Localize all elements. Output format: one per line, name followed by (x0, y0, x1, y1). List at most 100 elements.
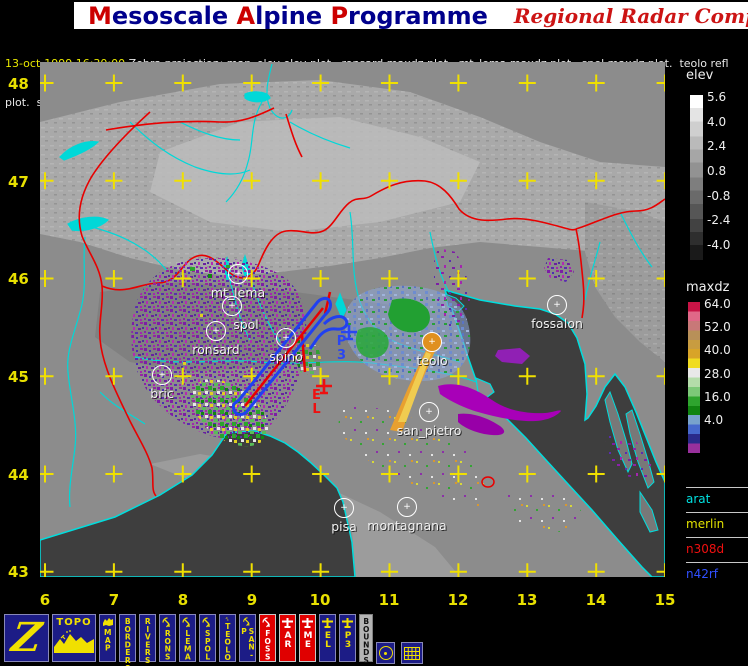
title-part: lpine (255, 1, 331, 30)
lon-label: 11 (378, 591, 400, 609)
subtitle: Regional Radar Composite (513, 3, 748, 28)
p3-aircraft-button[interactable]: P3 (339, 614, 356, 662)
title-part: A (236, 1, 256, 30)
radar-dish-icon (262, 617, 270, 628)
station-label: san_pietro (396, 423, 462, 438)
elev-colorbar-ticks: 5.6 4.0 2.4 0.8 -0.8 -2.4 -4.0 (707, 90, 730, 252)
borders-button[interactable]: BORDERS (119, 614, 136, 666)
lon-label: 14 (585, 591, 607, 609)
radar-dish-icon (202, 617, 210, 628)
lon-label: 7 (108, 591, 120, 609)
elev-tick: 2.4 (707, 139, 727, 154)
title-part: rogramme (348, 1, 488, 30)
airplane-icon (302, 618, 313, 628)
station-circle-icon: + (228, 264, 248, 284)
station-label: spol (233, 317, 259, 332)
zebra-radar-display: Mesoscale Alpine Programme Regional Rada… (0, 0, 748, 666)
app-title: Mesoscale Alpine Programme (88, 2, 488, 30)
lat-label: 45 (8, 368, 29, 386)
station-label: teolo (416, 353, 448, 368)
station-label: ronsard (192, 342, 240, 357)
rivers-button[interactable]: RIVERS (139, 614, 156, 664)
zebra-logo-button[interactable]: Z (4, 614, 49, 662)
track-legend-merlin: merlin (686, 512, 748, 531)
lon-label: 8 (177, 591, 189, 609)
arat-aircraft-button[interactable]: AR (279, 614, 296, 662)
scope-icon (378, 646, 393, 660)
mountain-icon (54, 630, 94, 653)
scope-button[interactable] (376, 642, 395, 664)
radar-dish-icon (225, 617, 229, 621)
lon-label: 10 (309, 591, 331, 609)
grid-icon (404, 646, 420, 660)
fossalon-radar-button[interactable]: FOSS (259, 614, 276, 662)
maxdz-tick: 52.0 (704, 320, 731, 335)
radar-dish-icon (162, 617, 170, 628)
radar-dish-icon (243, 617, 250, 626)
maxdz-tick: 40.0 (704, 343, 731, 358)
station-circle-icon: + (152, 365, 172, 385)
station-label: spino (269, 349, 303, 364)
maxdz-tick: 64.0 (704, 297, 731, 311)
lat-label: 47 (8, 173, 29, 191)
track-legend-n42rf: n42rf (686, 562, 748, 581)
grid-button[interactable] (401, 642, 423, 664)
station-circle-icon: + (419, 402, 439, 422)
lat-label: 43 (8, 563, 29, 581)
track-legend-n308d: n308d (686, 537, 748, 556)
station-label: bric (150, 386, 174, 401)
aircraft-label: EL (309, 388, 324, 416)
lon-label: 13 (516, 591, 538, 609)
lat-label: 46 (8, 270, 29, 288)
station-circle-icon: + (206, 321, 226, 341)
map-button[interactable]: MAP (99, 614, 116, 662)
map-canvas[interactable]: + mt_lema + spol + ronsard + spino + bri… (40, 62, 665, 577)
maxdz-tick: 4.0 (704, 412, 724, 427)
lon-label: 15 (654, 591, 676, 609)
aircraft-label: P3 (334, 334, 349, 362)
teolo-radar-button[interactable]: TEOLO (219, 614, 236, 662)
lon-label: 9 (246, 591, 258, 609)
lema-radar-button[interactable]: LEMA (179, 614, 196, 662)
rons-radar-button[interactable]: RONS (159, 614, 176, 662)
station-circle-icon: + (222, 296, 242, 316)
station-circle-icon: + (334, 498, 354, 518)
station-label: pisa (331, 519, 357, 534)
title-part: M (88, 1, 112, 30)
airplane-icon (342, 618, 353, 628)
maxdz-tick: 16.0 (704, 389, 731, 404)
title-part: esoscale (111, 1, 237, 30)
airplane-icon (282, 618, 293, 628)
station-circle-icon: + (276, 328, 296, 348)
maxdz-colorbar (688, 302, 700, 453)
lon-label: 12 (447, 591, 469, 609)
electra-aircraft-button[interactable]: EL (319, 614, 336, 662)
station-circle-icon: + (422, 332, 442, 352)
elev-tick: 0.8 (707, 163, 727, 178)
station-circle-icon: + (547, 295, 567, 315)
radar-dish-icon (182, 617, 190, 628)
title-part: P (330, 1, 349, 30)
bounds-button[interactable]: BOUNDS (359, 614, 373, 664)
san-pietro-radar-button[interactable]: SAN-P (239, 614, 256, 662)
elev-tick: -0.8 (707, 188, 731, 203)
lon-label: 6 (39, 591, 51, 609)
elev-colorbar (690, 95, 703, 260)
track-legend-arat: arat (686, 487, 748, 506)
elev-colorbar-title: elev (686, 68, 714, 83)
zebra-z-icon: Z (8, 614, 45, 661)
map-icon (102, 618, 113, 626)
spol-radar-button[interactable]: SPOL (199, 614, 216, 662)
maxdz-tick: 28.0 (704, 366, 731, 381)
maxdz-colorbar-ticks: 64.0 52.0 40.0 28.0 16.0 4.0 (704, 297, 731, 427)
topo-button[interactable]: TOPO (52, 614, 96, 662)
merlin-aircraft-button[interactable]: ME (299, 614, 316, 662)
lat-label: 48 (8, 75, 29, 93)
station-label: montagnana (367, 518, 447, 533)
elev-tick: -4.0 (707, 237, 731, 252)
station-circle-icon: + (397, 497, 417, 517)
header-bar: Mesoscale Alpine Programme Regional Rada… (74, 2, 748, 30)
elev-tick: -2.4 (707, 213, 731, 228)
lat-label: 44 (8, 466, 29, 484)
elev-tick: 5.6 (707, 90, 727, 104)
